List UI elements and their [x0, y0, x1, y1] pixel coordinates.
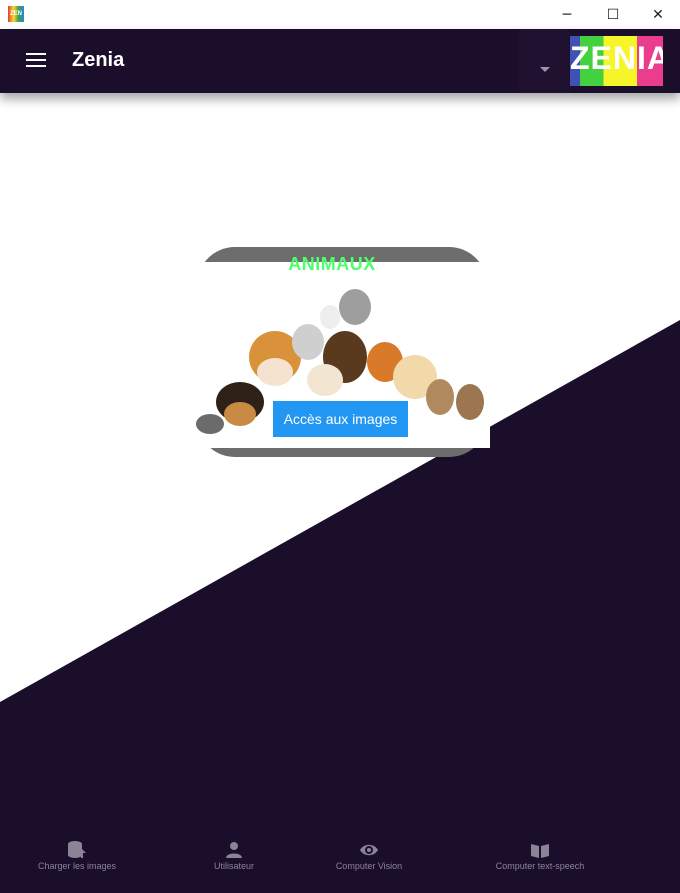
- nav-text-speech[interactable]: Computer text-speech: [484, 835, 596, 893]
- nav-upload-images[interactable]: Charger les images: [28, 835, 126, 893]
- person-icon: [226, 842, 242, 858]
- database-upload-icon: [68, 841, 86, 858]
- nav-computer-vision[interactable]: Computer Vision: [322, 835, 416, 893]
- zenia-logo: ZENIA: [570, 36, 663, 86]
- chevron-down-icon: [540, 67, 550, 72]
- card-title: ANIMAUX: [288, 254, 376, 274]
- window-titlebar: ZEN ─ ☐ ✕: [0, 0, 680, 29]
- nav-label: Computer text-speech: [495, 861, 585, 871]
- nav-label: Computer Vision: [335, 861, 403, 871]
- close-button[interactable]: ✕: [635, 0, 680, 29]
- nav-user[interactable]: Utilisateur: [195, 835, 273, 893]
- menu-icon[interactable]: [26, 53, 46, 69]
- dropdown-button[interactable]: [519, 29, 569, 93]
- bottom-navigation: Charger les images Utilisateur Computer …: [0, 835, 680, 893]
- app-title: Zenia: [72, 49, 125, 71]
- nav-label: Charger les images: [37, 861, 117, 871]
- app-icon: ZEN: [8, 6, 24, 22]
- book-icon: [531, 844, 549, 858]
- eye-icon: [360, 844, 378, 856]
- app-bar: Zenia ZENIA: [0, 29, 680, 93]
- access-images-button[interactable]: Accès aux images: [273, 401, 408, 437]
- nav-label: Utilisateur: [213, 861, 254, 871]
- maximize-button[interactable]: ☐: [590, 0, 636, 29]
- minimize-button[interactable]: ─: [544, 0, 590, 29]
